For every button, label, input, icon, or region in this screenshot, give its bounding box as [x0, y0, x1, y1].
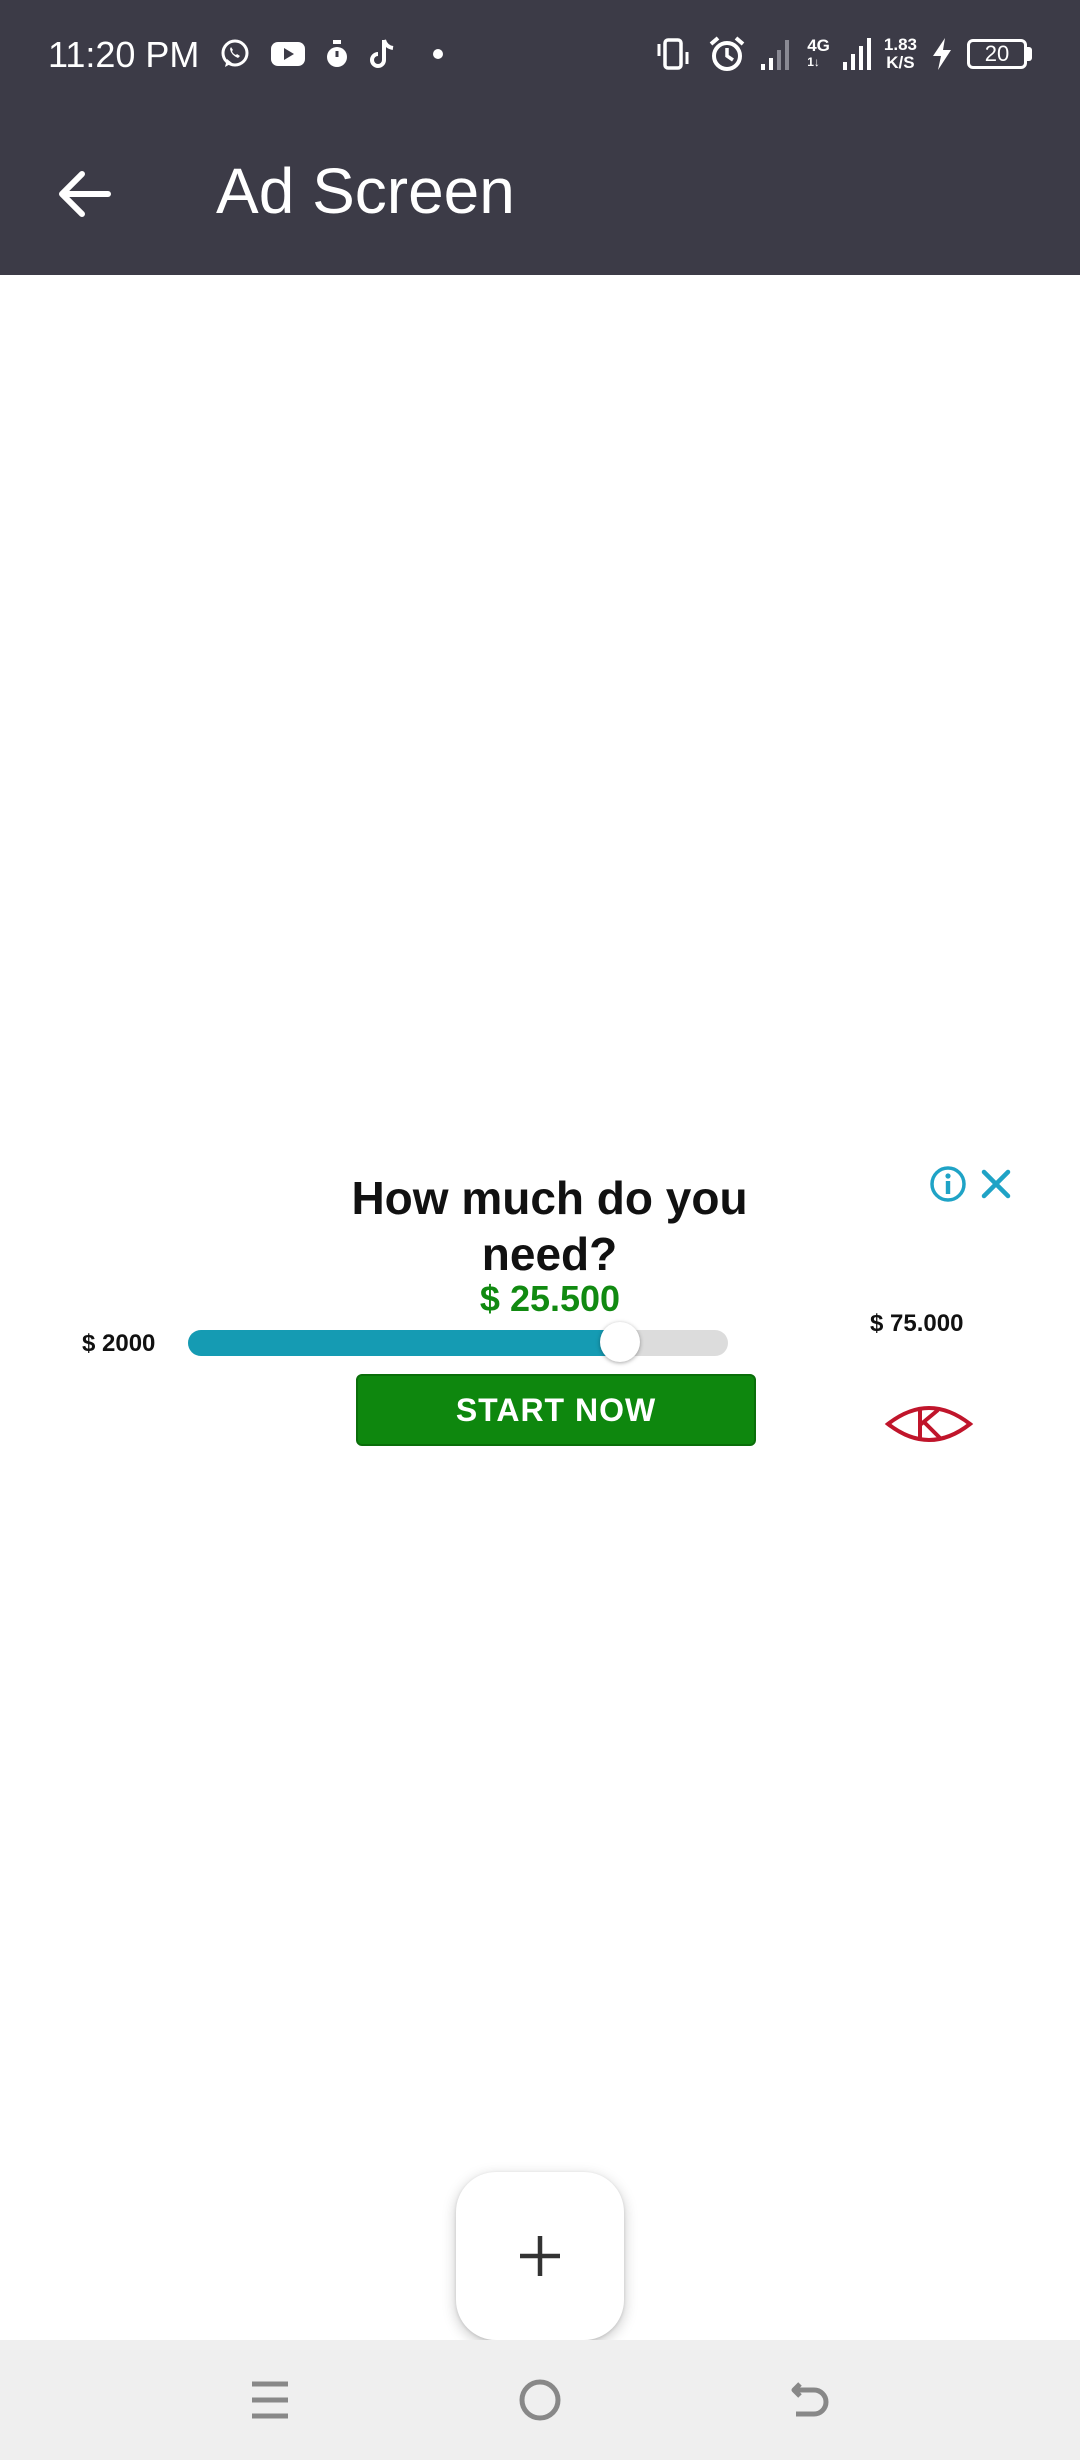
ad-banner[interactable]: How much do you need? $ 25.500 $ 2000 $ … — [62, 1150, 1024, 1460]
signal-icon — [761, 40, 790, 70]
battery-level: 20 — [967, 39, 1027, 69]
ad-amount: $ 25.500 — [479, 1278, 621, 1319]
ad-max-label: $ 75.000 — [870, 1310, 964, 1337]
ad-headline-line2: need? — [481, 1228, 618, 1280]
info-icon[interactable] — [928, 1164, 968, 1204]
network-speed: 1.83 K/S — [884, 36, 917, 72]
youtube-icon — [271, 42, 305, 66]
arrow-left-icon — [59, 171, 111, 217]
network-label: 4G — [807, 36, 830, 55]
battery-icon: 20 — [967, 39, 1032, 69]
nav-home-button[interactable] — [506, 2366, 574, 2434]
slider-thumb[interactable] — [600, 1322, 640, 1362]
slider-fill — [188, 1330, 620, 1356]
ad-min-label: $ 2000 — [82, 1330, 156, 1357]
amount-slider[interactable] — [188, 1322, 728, 1362]
speed-value: 1.83 — [883, 35, 917, 54]
status-bar: 11:20 PM 4G 1↓ 1.83 K/S 20 — [0, 0, 1080, 110]
menu-icon — [252, 2381, 288, 2419]
page-title: Ad Screen — [216, 155, 515, 227]
home-icon — [519, 2379, 561, 2421]
network-sub: 1↓ — [807, 55, 820, 69]
start-now-button[interactable]: START NOW — [356, 1374, 756, 1446]
vibrate-icon — [657, 38, 689, 70]
charging-icon — [933, 38, 951, 70]
navigation-bar — [0, 2340, 1080, 2460]
add-button[interactable] — [456, 2172, 624, 2340]
screen: 11:20 PM 4G 1↓ 1.83 K/S 20 Ad Screen How… — [0, 0, 1080, 2460]
signal-4g-icon — [842, 38, 871, 70]
whatsapp-icon — [221, 39, 249, 67]
dot-icon — [433, 49, 443, 59]
notification-icons — [218, 32, 446, 76]
speed-unit: K/S — [886, 53, 915, 72]
system-icons: 4G 1↓ 1.83 K/S 20 — [651, 30, 1032, 78]
back-button[interactable] — [50, 160, 118, 228]
ad-headline: How much do you need? — [62, 1170, 1037, 1282]
network-type: 4G 1↓ — [807, 36, 830, 70]
ad-headline-line1: How much do you — [351, 1172, 748, 1224]
nav-menu-button[interactable] — [236, 2366, 304, 2434]
nav-back-button[interactable] — [776, 2366, 844, 2434]
status-time: 11:20 PM — [48, 34, 200, 75]
back-icon — [791, 2382, 829, 2417]
timer-icon — [327, 40, 347, 67]
app-bar: Ad Screen — [0, 110, 1080, 275]
close-icon[interactable] — [976, 1164, 1016, 1204]
battery-cap — [1027, 47, 1032, 61]
alarm-icon — [709, 36, 745, 71]
plus-icon — [520, 2236, 560, 2276]
eye-k-logo-icon — [884, 1406, 974, 1442]
tiktok-icon — [370, 39, 394, 68]
header: 11:20 PM 4G 1↓ 1.83 K/S 20 Ad Screen — [0, 0, 1080, 275]
